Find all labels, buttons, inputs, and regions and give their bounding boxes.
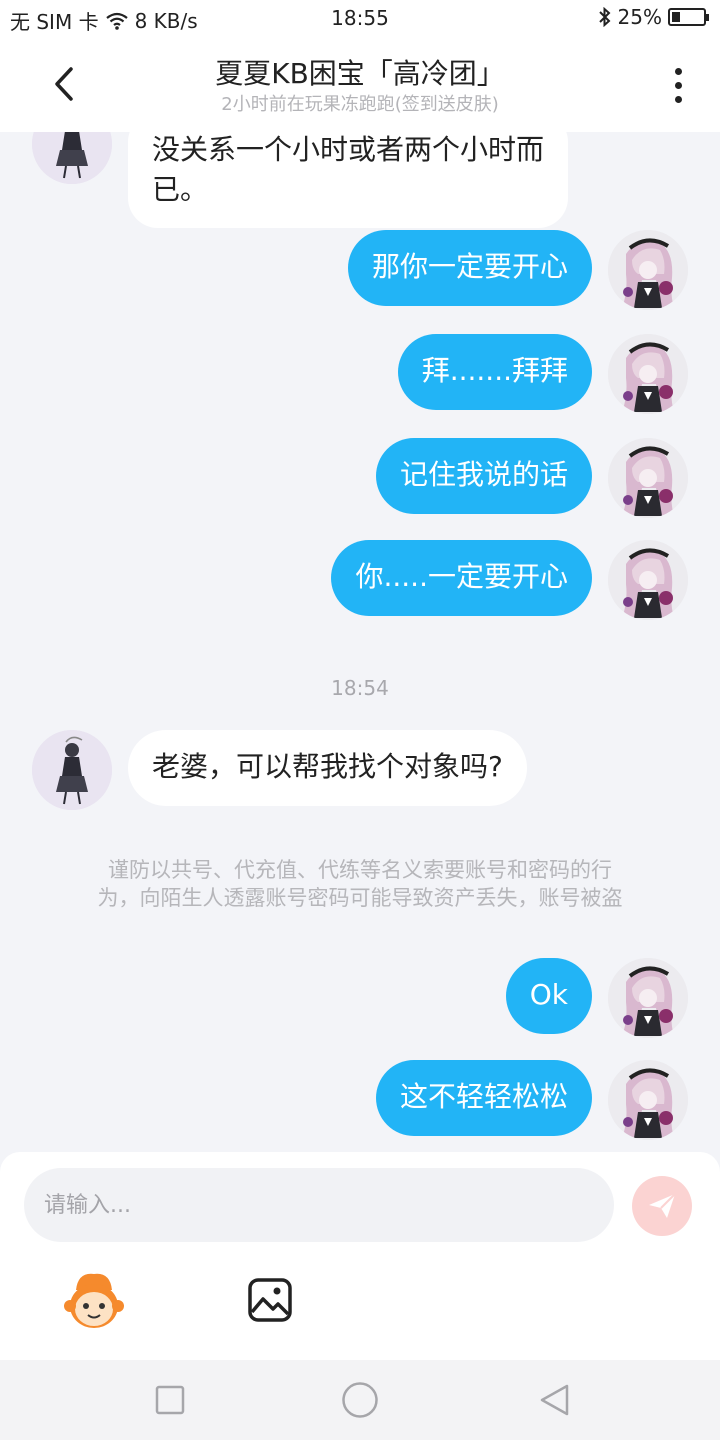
more-vertical-icon-dot (674, 95, 682, 103)
more-vertical-icon (674, 67, 682, 75)
input-area (0, 1152, 720, 1360)
message-text-line: 已。 (152, 173, 209, 206)
message-bubble-outgoing[interactable]: Ok (505, 958, 592, 1034)
home-button[interactable] (338, 1380, 382, 1420)
self-avatar[interactable] (608, 334, 688, 414)
message-bubble-outgoing[interactable]: 记住我说的话 (375, 438, 592, 514)
circle-icon (342, 1382, 378, 1418)
notice-line: 谨防以共号、代充值、代练等名义索要账号和密码的行 (108, 858, 612, 882)
self-avatar[interactable] (608, 540, 688, 620)
status-right: 25% (598, 5, 709, 29)
paper-plane-icon (649, 1193, 676, 1218)
message-timestamp: 18:54 (331, 676, 389, 700)
self-avatar[interactable] (608, 230, 688, 310)
bluetooth-icon (598, 7, 611, 27)
battery-fill (672, 12, 680, 22)
chat-area[interactable]: 没关系一个小时或者两个小时而 已。 那你一定要开心 拜.......拜拜 记住我… (0, 132, 720, 1152)
self-avatar-image (608, 334, 688, 414)
status-bar: 无 SIM 卡 8 KB/s 18:55 25% (0, 0, 720, 38)
message-text: Ok (529, 978, 568, 1011)
emoji-face-icon (64, 1273, 124, 1328)
triangle-icon (540, 1384, 569, 1416)
message-input[interactable] (24, 1168, 614, 1242)
image-button[interactable] (246, 1276, 294, 1324)
self-avatar-image (608, 1060, 688, 1140)
security-notice: 谨防以共号、代充值、代练等名义索要账号和密码的行 为，向陌生人透露账号密码可能导… (40, 856, 680, 912)
more-vertical-icon-dot (674, 81, 682, 89)
self-avatar[interactable] (608, 438, 688, 518)
message-text-line: 没关系一个小时或者两个小时而 (152, 133, 545, 166)
chat-title: 夏夏KB困宝「高冷团」 (215, 57, 505, 90)
message-bubble-outgoing[interactable]: 拜.......拜拜 (397, 334, 592, 410)
message-text: 你.....一定要开心 (355, 560, 568, 593)
battery-icon (668, 8, 709, 26)
nav-back-button[interactable] (532, 1380, 576, 1420)
recent-apps-button[interactable] (148, 1380, 192, 1420)
emoji-button[interactable] (58, 1270, 130, 1334)
battery-text: 25% (617, 5, 662, 29)
chat-subtitle: 2小时前在玩果冻跑跑(签到送皮肤) (221, 94, 499, 115)
message-text: 拜.......拜拜 (421, 354, 568, 387)
chat-header: 夏夏KB困宝「高冷团」 2小时前在玩果冻跑跑(签到送皮肤) (0, 38, 720, 132)
system-nav-bar (0, 1360, 720, 1440)
image-icon (248, 1278, 292, 1322)
self-avatar-image (608, 540, 688, 620)
message-text: 记住我说的话 (399, 458, 568, 491)
message-text: 老婆，可以帮我找个对象吗? (152, 750, 503, 783)
more-button[interactable] (658, 60, 698, 110)
message-bubble-incoming[interactable]: 没关系一个小时或者两个小时而 已。 (128, 132, 569, 228)
self-avatar-image (608, 438, 688, 518)
contact-avatar[interactable] (32, 132, 112, 184)
self-avatar-image (608, 958, 688, 1038)
contact-avatar[interactable] (32, 730, 112, 810)
contact-avatar-image (32, 132, 112, 184)
notice-line: 为，向陌生人透露账号密码可能导致资产丢失，账号被盗 (97, 886, 623, 910)
self-avatar-image (608, 230, 688, 310)
message-text: 这不轻轻松松 (399, 1080, 568, 1113)
message-bubble-outgoing[interactable]: 这不轻轻松松 (375, 1060, 592, 1136)
message-text: 那你一定要开心 (371, 250, 568, 283)
message-bubble-outgoing[interactable]: 你.....一定要开心 (331, 540, 592, 616)
send-button[interactable] (632, 1176, 692, 1236)
message-bubble-outgoing[interactable]: 那你一定要开心 (347, 230, 592, 306)
self-avatar[interactable] (608, 958, 688, 1038)
self-avatar[interactable] (608, 1060, 688, 1140)
message-bubble-incoming[interactable]: 老婆，可以帮我找个对象吗? (128, 730, 527, 806)
square-icon (155, 1385, 185, 1415)
contact-avatar-image (32, 730, 112, 810)
